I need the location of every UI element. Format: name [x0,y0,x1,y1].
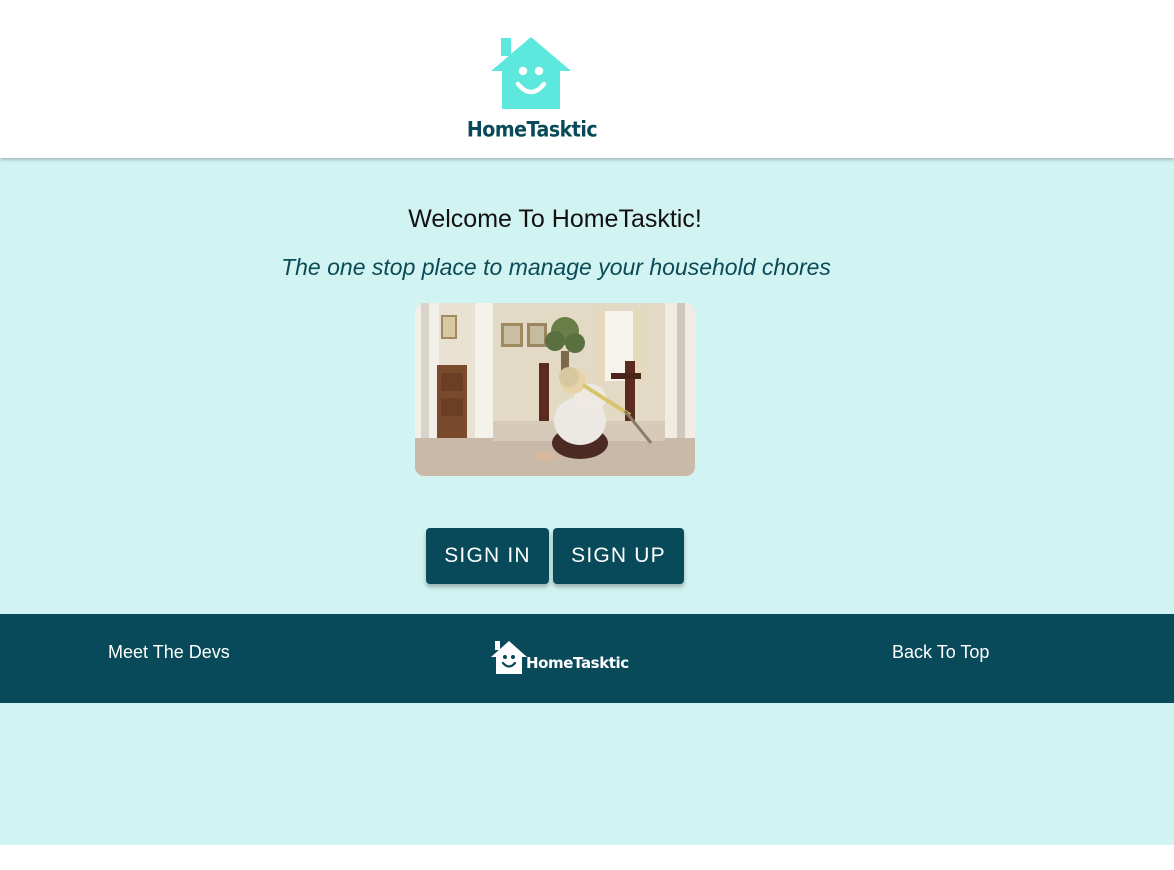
meet-the-devs-link[interactable]: Meet The Devs [108,642,230,663]
sign-in-button[interactable]: SIGN IN [426,528,549,584]
footer-brand-text: HomeTasktic [526,654,629,672]
lower-background [0,703,1174,845]
header-brand-text: HomeTasktic [466,118,598,143]
top-header: HomeTasktic [0,0,1174,158]
hero-animated-image [415,303,695,476]
house-smile-icon [491,37,571,109]
header-logo-link[interactable]: HomeTasktic [462,34,602,144]
back-to-top-link[interactable]: Back To Top [892,642,989,663]
page: HomeTasktic Welcome To HomeTasktic! The … [0,0,1174,870]
welcome-heading: Welcome To HomeTasktic! [408,205,702,233]
sign-up-button[interactable]: SIGN UP [553,528,684,584]
cleaning-scene-image [415,303,695,476]
house-smile-icon [491,641,527,674]
main-content: Welcome To HomeTasktic! The one stop pla… [0,158,1174,614]
footer: Meet The Devs HomeTasktic Back To Top [0,614,1174,703]
tagline-text: The one stop place to manage your househ… [281,254,831,280]
footer-logo-link[interactable]: HomeTasktic [490,640,630,680]
